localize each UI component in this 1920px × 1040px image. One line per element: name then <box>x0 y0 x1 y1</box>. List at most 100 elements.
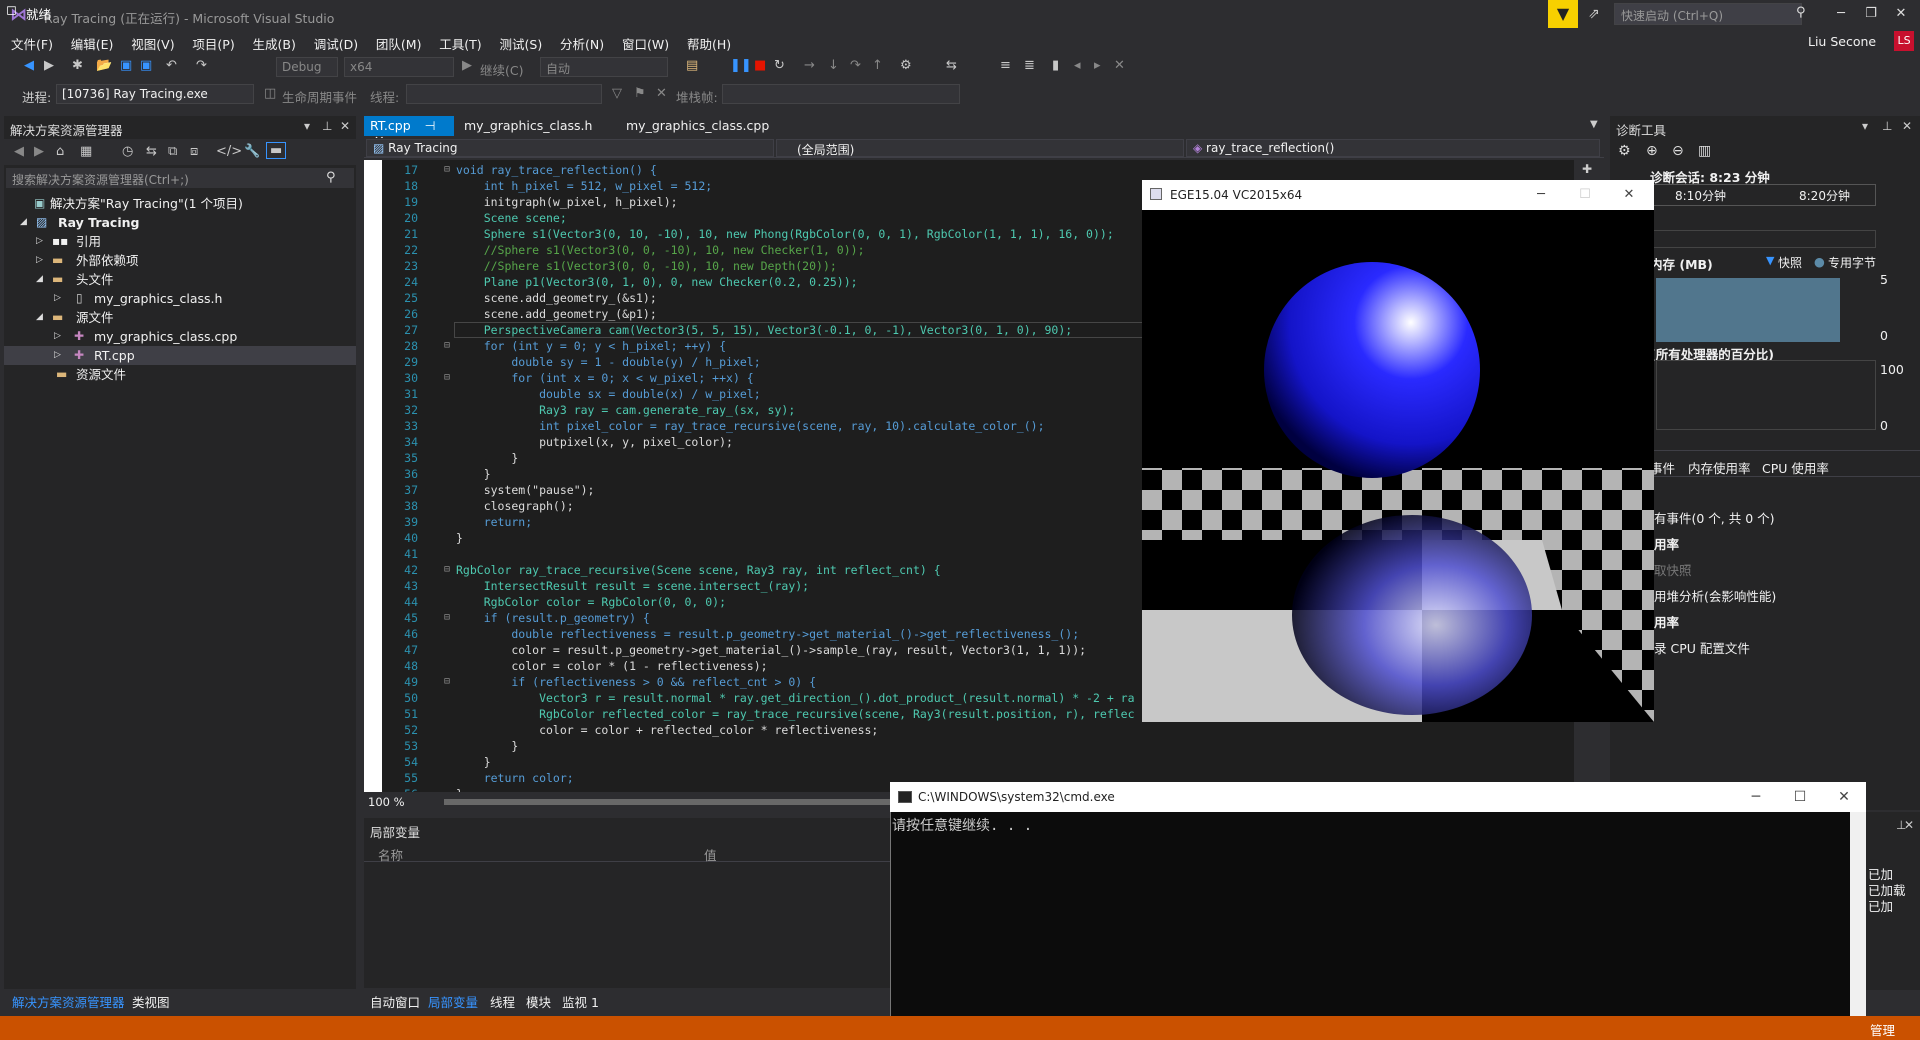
tab-watch[interactable]: 监视 1 <box>562 992 599 1011</box>
memory-chart-area[interactable] <box>1656 278 1840 342</box>
cmd-window[interactable] <box>890 782 1866 1040</box>
quick-launch-input[interactable]: 快速启动 (Ctrl+Q) <box>1614 3 1802 25</box>
restore-button[interactable]: ❐ <box>1856 2 1886 26</box>
thread-select[interactable] <box>406 84 602 104</box>
tab-solution-explorer[interactable]: 解决方案资源管理器 <box>12 992 125 1011</box>
function-nav-select[interactable]: ◈ ray_trace_reflection() <box>1186 139 1600 157</box>
record-cpu-profile-button[interactable]: 录 CPU 配置文件 <box>1654 638 1750 657</box>
maximize-button[interactable]: ☐ <box>1570 184 1600 206</box>
split-icon[interactable]: ✚ <box>1582 162 1592 176</box>
comment-icon[interactable]: ≡ <box>1000 58 1011 73</box>
tab-dropdown-icon[interactable]: ▼ <box>1590 119 1598 130</box>
expanded-arrow-icon[interactable]: ◢ <box>36 270 43 289</box>
code-line[interactable]: 17 void ray_trace_reflection() {⊟ <box>382 162 1572 178</box>
settings-icon[interactable]: ⚙ <box>1618 143 1631 159</box>
tree-item-rt-cpp[interactable]: ▷ ✚ RT.cpp <box>4 346 356 365</box>
tree-item-source-files[interactable]: ◢ ▬ 源文件 <box>4 308 356 327</box>
auto-select[interactable]: 自动 <box>540 57 668 77</box>
menu-view[interactable]: 视图(V) <box>124 31 181 56</box>
step-out-icon[interactable]: ↑ <box>872 58 883 73</box>
collapse-all-icon[interactable]: ⧉ <box>168 144 177 159</box>
back-icon[interactable]: ◀ <box>14 144 24 159</box>
solution-search-input[interactable]: 搜索解决方案资源管理器(Ctrl+;) <box>6 168 354 188</box>
tab-graphics-cpp[interactable]: my_graphics_class.cpp <box>620 116 775 136</box>
save-icon[interactable]: ▣ <box>120 58 132 73</box>
show-all-files-icon[interactable]: ⧈ <box>190 144 198 159</box>
menu-file[interactable]: 文件(F) <box>4 31 60 56</box>
tab-locals[interactable]: 局部变量 <box>428 992 478 1011</box>
collapse-toggle-icon[interactable]: ⊟ <box>444 162 450 178</box>
code-line[interactable]: 53 } <box>382 738 1572 754</box>
zoom-out-icon[interactable]: ⊖ <box>1672 143 1684 159</box>
continue-label[interactable]: 继续(C) <box>480 60 523 79</box>
scope-nav-select[interactable]: (全局范围) <box>776 139 1184 157</box>
sync-icon[interactable]: ⇆ <box>146 144 157 159</box>
collapse-toggle-icon[interactable]: ⊟ <box>444 610 450 626</box>
close-button[interactable]: ✕ <box>1824 786 1864 808</box>
menu-debug[interactable]: 调试(D) <box>307 31 365 56</box>
console-scrollbar[interactable] <box>1850 812 1866 1040</box>
open-icon[interactable]: 📂 <box>96 58 112 73</box>
tree-item-resource-files[interactable]: ▬ 资源文件 <box>4 365 356 384</box>
menu-window[interactable]: 窗口(W) <box>615 31 676 56</box>
source-control-button[interactable]: 管理 <box>1870 1020 1895 1039</box>
switch-views-icon[interactable]: ▦ <box>80 144 92 159</box>
back-icon[interactable]: ◀ <box>24 58 34 73</box>
collapse-toggle-icon[interactable]: ⊟ <box>444 370 450 386</box>
continue-icon[interactable]: ▶ <box>462 58 472 73</box>
collapse-toggle-icon[interactable]: ⊟ <box>444 674 450 690</box>
collapsed-arrow-icon[interactable]: ▷ <box>36 251 43 270</box>
properties-icon[interactable]: 🔧 <box>244 144 260 159</box>
minimize-button[interactable]: ─ <box>1736 786 1776 808</box>
filter-icon[interactable]: ▽ <box>612 86 622 101</box>
clear-flags-icon[interactable]: ✕ <box>656 86 667 101</box>
panel-close-icon[interactable]: ✕ <box>1902 119 1912 133</box>
expanded-arrow-icon[interactable]: ◢ <box>20 213 27 232</box>
next-bookmark-icon[interactable]: ▸ <box>1094 58 1101 73</box>
restart-icon[interactable]: ↻ <box>774 58 785 73</box>
collapsed-arrow-icon[interactable]: ▷ <box>36 232 43 251</box>
flag-icon[interactable]: ⚑ <box>634 86 646 101</box>
panel-menu-icon[interactable]: ▾ <box>1862 119 1868 133</box>
forward-icon[interactable]: ▶ <box>34 144 44 159</box>
tab-cpu-usage[interactable]: CPU 使用率 <box>1762 458 1829 477</box>
tree-item-header-files[interactable]: ◢ ▬ 头文件 <box>4 270 356 289</box>
save-all-icon[interactable]: ▣ <box>140 58 152 73</box>
column-value-header[interactable]: 值 <box>704 845 717 864</box>
forward-icon[interactable]: ▶ <box>44 58 54 73</box>
bookmark-icon[interactable]: ▮ <box>1052 58 1059 73</box>
browse-icon[interactable]: ▤ <box>686 58 698 73</box>
show-next-statement-icon[interactable]: → <box>804 58 815 73</box>
config-select[interactable]: Debug <box>276 57 338 77</box>
tree-item-solution[interactable]: ▣ 解决方案"Ray Tracing"(1 个项目) <box>4 194 356 213</box>
collapse-toggle-icon[interactable]: ⊟ <box>444 338 450 354</box>
new-project-icon[interactable]: ✱ <box>72 58 83 73</box>
menu-edit[interactable]: 编辑(E) <box>64 31 121 56</box>
panel-close-icon[interactable]: ✕ <box>1904 818 1914 832</box>
pin-icon[interactable]: ⊥ <box>322 119 332 133</box>
close-button[interactable]: ✕ <box>1614 184 1644 206</box>
expanded-arrow-icon[interactable]: ◢ <box>36 308 43 327</box>
cpu-chart-area[interactable] <box>1656 360 1876 430</box>
menu-analyze[interactable]: 分析(N) <box>553 31 611 56</box>
minimize-button[interactable]: ─ <box>1826 2 1856 26</box>
column-name-header[interactable]: 名称 <box>378 845 403 864</box>
user-name[interactable]: Liu Secone <box>1808 34 1876 49</box>
lifecycle-label[interactable]: 生命周期事件 <box>282 87 357 106</box>
menu-project[interactable]: 项目(P) <box>185 31 241 56</box>
panel-close-icon[interactable]: ✕ <box>340 119 350 133</box>
pause-icon[interactable]: ❚❚ <box>730 58 752 73</box>
zoom-in-icon[interactable]: ⊕ <box>1646 143 1658 159</box>
reset-view-icon[interactable]: ▥ <box>1698 143 1711 159</box>
avatar[interactable]: LS <box>1894 31 1914 51</box>
tab-graphics-h[interactable]: my_graphics_class.h <box>458 116 598 136</box>
uncomment-icon[interactable]: ≣ <box>1024 58 1035 73</box>
preview-icon[interactable]: ▬ <box>266 142 287 159</box>
pin-icon[interactable]: ⊣ <box>425 118 436 133</box>
tab-rt-cpp[interactable]: RT.cpp ⊣ ✕ <box>364 116 454 148</box>
minimize-button[interactable]: ─ <box>1526 184 1556 206</box>
panel-menu-icon[interactable]: ▾ <box>304 119 310 133</box>
close-button[interactable]: ✕ <box>1886 2 1916 26</box>
tree-item-references[interactable]: ▷ ▪▪ 引用 <box>4 232 356 251</box>
take-snapshot-button[interactable]: 取快照 <box>1654 560 1692 579</box>
